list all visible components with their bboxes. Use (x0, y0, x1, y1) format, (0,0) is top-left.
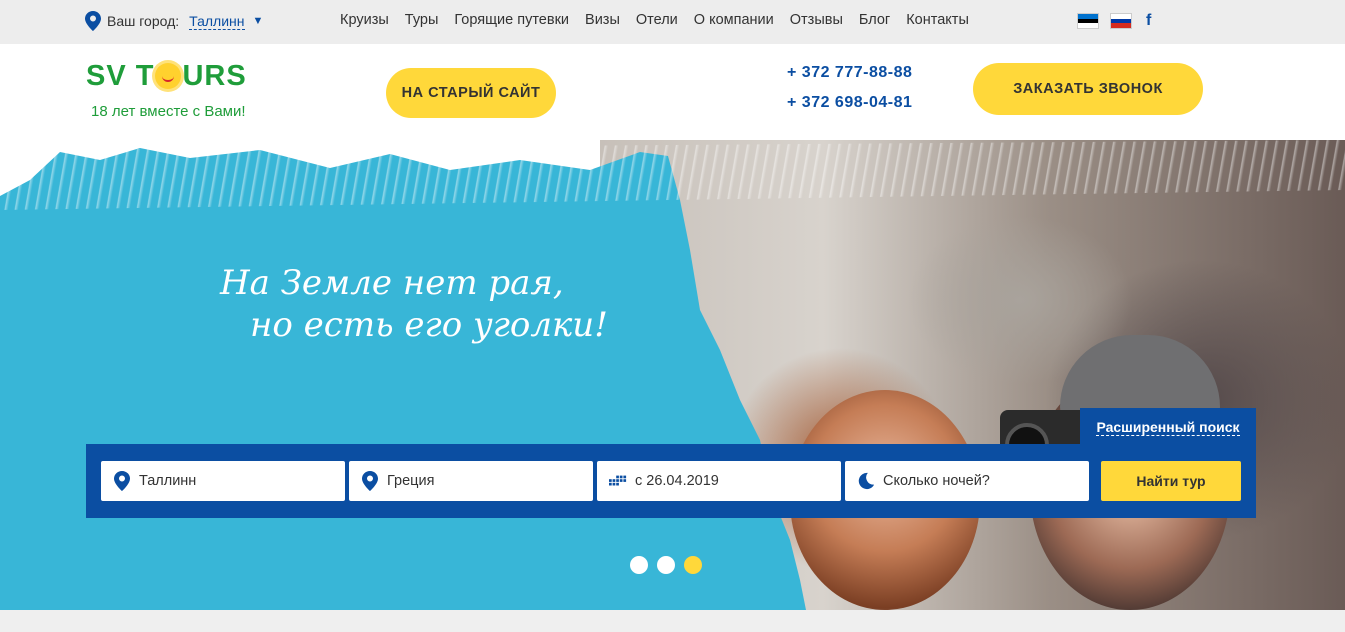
callback-button[interactable]: ЗАКАЗАТЬ ЗВОНОК (973, 63, 1203, 115)
page-bottom-strip (0, 610, 1345, 632)
tagline-line-1: На Земле нет рая, (220, 263, 564, 303)
nav-hotels[interactable]: Отели (636, 12, 678, 28)
facebook-icon[interactable]: f (1146, 12, 1151, 30)
chevron-down-icon[interactable]: ▼ (253, 15, 264, 27)
logo-text-right: URS (182, 60, 247, 92)
nav-cruises[interactable]: Круизы (340, 12, 389, 28)
nav-blog[interactable]: Блог (859, 12, 890, 28)
departure-city-field[interactable]: Таллинн (101, 461, 345, 501)
nav-tours[interactable]: Туры (405, 12, 439, 28)
advanced-search-link[interactable]: Расширенный поиск (1096, 419, 1240, 436)
advanced-search-tab[interactable]: Расширенный поиск (1080, 408, 1256, 446)
tour-search-form: Таллинн Греция с 26.04.2019 Сколько ноче… (86, 444, 1256, 518)
nav-hot-deals[interactable]: Горящие путевки (454, 12, 569, 28)
nights-placeholder: Сколько ночей? (883, 473, 990, 489)
date-value: с 26.04.2019 (635, 473, 719, 489)
slider-dot-3[interactable] (684, 556, 702, 574)
top-bar: Ваш город: Таллинн ▼ Круизы Туры Горящие… (0, 0, 1345, 44)
destination-field[interactable]: Греция (349, 461, 593, 501)
phone-link-1[interactable]: + 372 777-88-88 (787, 64, 912, 82)
city-selector[interactable]: Ваш город: Таллинн ▼ (85, 11, 263, 31)
location-pin-icon (85, 11, 101, 31)
estonian-flag-icon[interactable] (1077, 13, 1099, 29)
phone-link-2[interactable]: + 372 698-04-81 (787, 94, 912, 112)
hero-tagline: На Земле нет рая, но есть его уголки! (220, 262, 640, 346)
location-pin-icon (362, 471, 378, 491)
date-field[interactable]: с 26.04.2019 (597, 461, 841, 501)
nav-reviews[interactable]: Отзывы (790, 12, 843, 28)
calendar-icon (609, 475, 627, 486)
departure-city-value: Таллинн (139, 473, 197, 489)
logo-text-left: SV T (86, 60, 155, 92)
main-nav: Круизы Туры Горящие путевки Визы Отели О… (340, 12, 985, 28)
logo[interactable]: SV T URS (86, 61, 247, 91)
hero-banner (0, 140, 1345, 610)
tagline-line-2: но есть его уголки! (250, 305, 608, 345)
nights-field[interactable]: Сколько ночей? (845, 461, 1089, 501)
slider-dot-2[interactable] (657, 556, 675, 574)
nav-visas[interactable]: Визы (585, 12, 620, 28)
sun-icon (155, 63, 182, 89)
nav-contacts[interactable]: Контакты (906, 12, 969, 28)
language-switcher: f (1077, 12, 1151, 30)
russian-flag-icon[interactable] (1110, 13, 1132, 29)
slider-dot-1[interactable] (630, 556, 648, 574)
city-value[interactable]: Таллинн (189, 13, 245, 30)
destination-value: Греция (387, 473, 435, 489)
location-pin-icon (114, 471, 130, 491)
slider-dots (630, 556, 711, 574)
old-site-button[interactable]: НА СТАРЫЙ САЙТ (386, 68, 556, 118)
city-label: Ваш город: (107, 13, 180, 29)
moon-icon (858, 472, 875, 490)
logo-slogan: 18 лет вместе с Вами! (91, 103, 246, 120)
find-tour-button[interactable]: Найти тур (1101, 461, 1241, 501)
nav-about[interactable]: О компании (694, 12, 774, 28)
